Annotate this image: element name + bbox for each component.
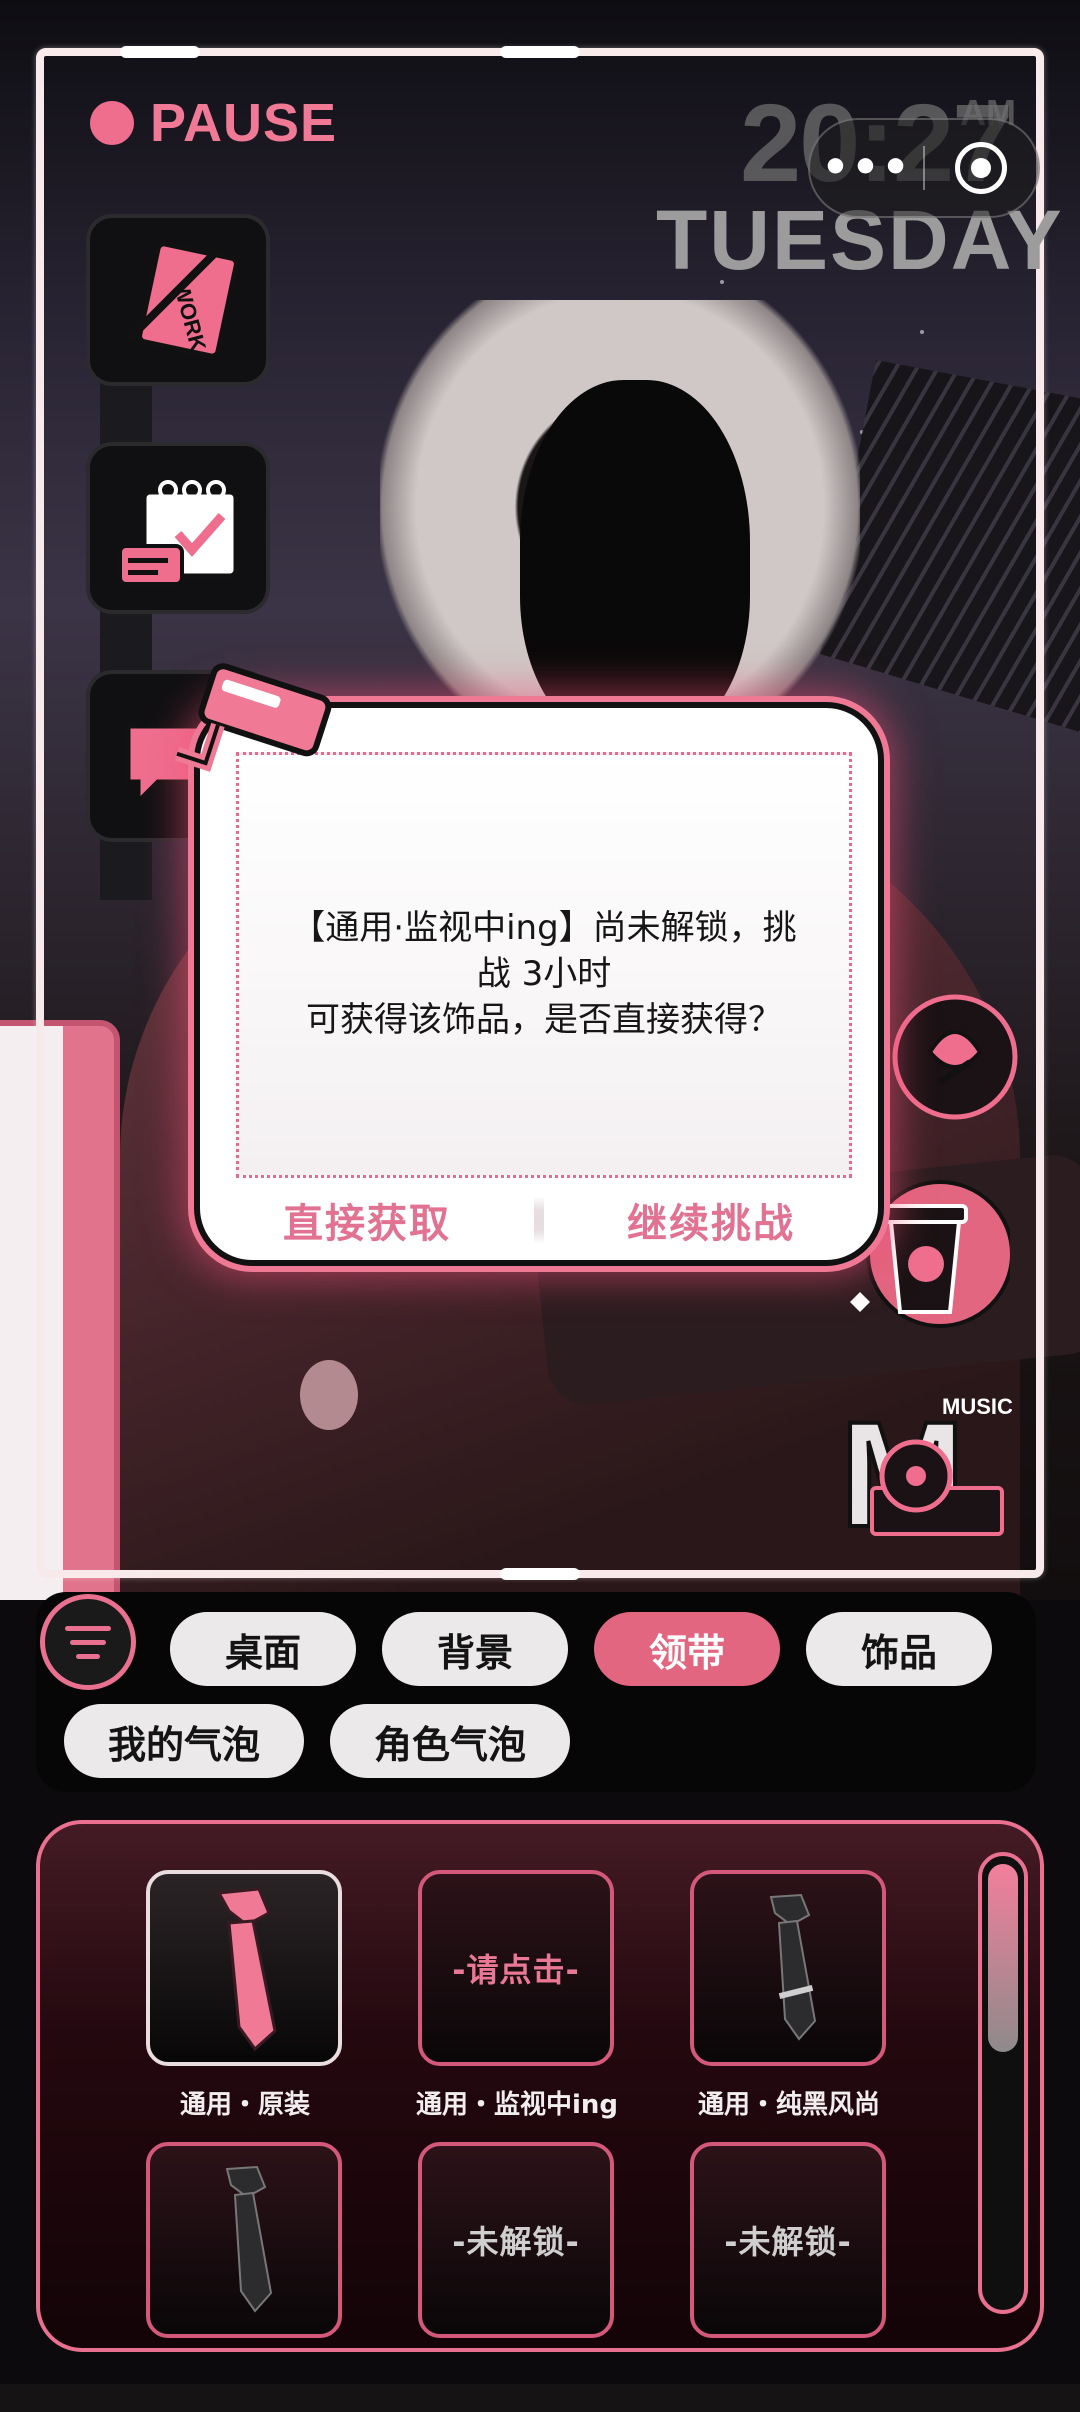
- rose-icon: [892, 994, 1018, 1120]
- music-app[interactable]: M MUSIC: [832, 1380, 1012, 1540]
- black-tie-icon: [769, 1893, 817, 2041]
- frame-knob: [500, 46, 580, 58]
- tie-item-card[interactable]: [146, 1870, 342, 2066]
- frame-knob: [500, 1568, 580, 1580]
- tab-background[interactable]: 背景: [382, 1612, 568, 1686]
- dark-tie-icon: [225, 2165, 273, 2313]
- music-label: MUSIC: [942, 1394, 1012, 1419]
- more-menu-button[interactable]: •••: [810, 146, 923, 190]
- miniprogram-capsule: •••: [808, 118, 1040, 218]
- item-caption: 通用・纯黑风尚: [697, 2090, 880, 2120]
- tap-hint-text: -请点击-: [452, 1951, 580, 1989]
- tie-item-card[interactable]: -未解锁-: [690, 2142, 886, 2338]
- music-player-icon: M MUSIC: [838, 1388, 1012, 1540]
- menu-icon-line: [76, 1653, 100, 1659]
- locked-text: -未解锁-: [452, 2223, 580, 2261]
- menu-button[interactable]: [40, 1594, 136, 1690]
- pink-tie-icon: [216, 1887, 277, 2052]
- tie-item-card[interactable]: -未解锁-: [418, 2142, 614, 2338]
- calendar-check-icon: [118, 480, 239, 586]
- tab-accessories[interactable]: 饰品: [806, 1612, 992, 1686]
- tab-tie[interactable]: 领带: [594, 1612, 780, 1686]
- close-miniprogram-button[interactable]: [925, 142, 1038, 194]
- dialog-divider: [534, 1196, 544, 1244]
- dialog-actions: 直接获取 继续挑战: [200, 1190, 878, 1250]
- tab-my-bubbles[interactable]: 我的气泡: [64, 1704, 304, 1778]
- continue-challenge-button[interactable]: 继续挑战: [544, 1191, 878, 1249]
- target-circle-icon: [955, 142, 1008, 194]
- calendar-app[interactable]: [86, 442, 270, 614]
- rose-app[interactable]: [880, 982, 1030, 1132]
- bottom-strip: [0, 2384, 1080, 2412]
- security-camera-icon: [170, 650, 350, 804]
- pause-status[interactable]: PAUSE: [90, 92, 337, 154]
- locked-text: -未解锁-: [724, 2223, 852, 2261]
- tab-desktop[interactable]: 桌面: [170, 1612, 356, 1686]
- dialog-message-line: 【通用·监视中ing】尚未解锁，挑: [291, 908, 797, 948]
- work-notebook-app[interactable]: WORK: [86, 214, 270, 386]
- record-dot-icon: [90, 101, 134, 145]
- tie-item-card[interactable]: -请点击-: [418, 1870, 614, 2066]
- work-notebook-icon: WORK: [125, 241, 239, 359]
- item-caption: 通用・原装: [179, 2090, 310, 2120]
- dialog-message-line: 战 3小时: [476, 954, 612, 994]
- pause-label: PAUSE: [150, 93, 338, 153]
- panel-scrollbar[interactable]: [978, 1852, 1028, 2314]
- menu-icon: [65, 1625, 111, 1631]
- tab-character-bubbles[interactable]: 角色气泡: [330, 1704, 570, 1778]
- dialog-content-box: 【通用·监视中ing】尚未解锁，挑 战 3小时 可获得该饰品，是否直接获得？: [236, 752, 852, 1178]
- scrollbar-thumb[interactable]: [988, 1864, 1018, 2052]
- tie-item-card[interactable]: [690, 1870, 886, 2066]
- item-caption: 通用・监视中ing: [415, 2090, 619, 2120]
- get-directly-button[interactable]: 直接获取: [200, 1191, 534, 1249]
- dialog-message-line: 可获得该饰品，是否直接获得？: [306, 1000, 782, 1040]
- dialog-message: 【通用·监视中ing】尚未解锁，挑 战 3小时 可获得该饰品，是否直接获得？: [239, 905, 849, 1043]
- frame-knob: [120, 46, 200, 58]
- menu-icon-line: [70, 1639, 106, 1645]
- tie-item-card[interactable]: [146, 2142, 342, 2338]
